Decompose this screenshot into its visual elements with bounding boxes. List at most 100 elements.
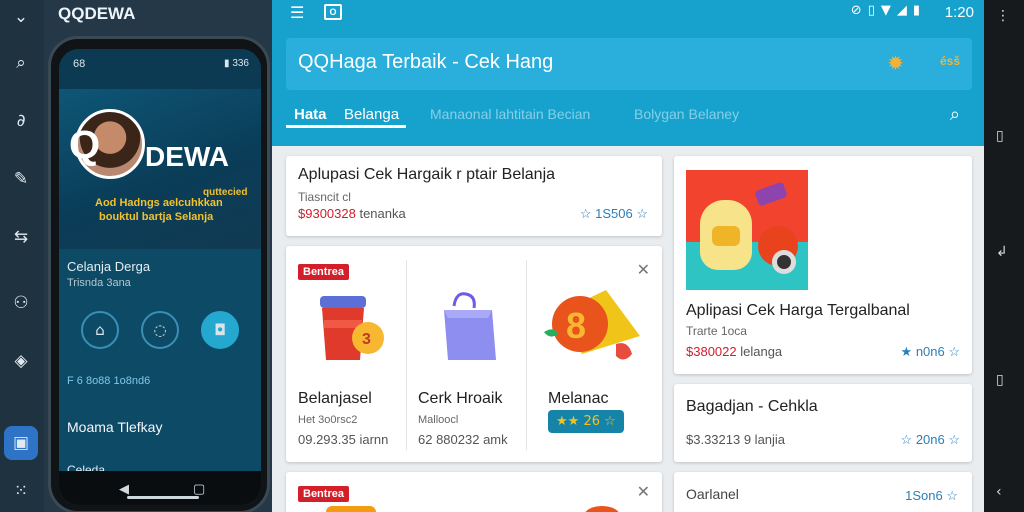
svg-text:8: 8 (566, 305, 586, 346)
status-clock: 1:20 (944, 4, 974, 21)
brand-name: DEWA (145, 141, 229, 172)
square-icon[interactable]: ▯ (996, 372, 1004, 388)
card-title: Aplupasi Cek Hargaik r ptair Belanja (298, 166, 556, 183)
phone-frame: 68 ▮ 336 Q DEWA quttecied Aod Hadngs ael… (48, 36, 270, 512)
tab-bolygan[interactable]: Bolygan Belaney (634, 106, 739, 122)
price-value: $9300328 (298, 206, 356, 221)
phone-row-title: Celanja Derga (67, 259, 151, 274)
card-rating: 1Son6 ☆ (905, 488, 958, 503)
image-icon[interactable]: ▣ (4, 426, 38, 460)
search-bar[interactable]: QQHaga Terbaik - Cek Hang ✹ ésš (286, 38, 972, 90)
svg-text:3: 3 (362, 331, 371, 348)
product-thumb[interactable] (584, 506, 620, 512)
product-subtitle: Het 3o0rsc2 (298, 414, 358, 426)
phone-highlight-line: F 6 8o88 1o8nd6 (67, 375, 151, 387)
right-rail: ⋮ ▯ ↲ ▯ ‹ (984, 0, 1024, 512)
shopping-bag-image[interactable] (430, 288, 510, 368)
phone-status-bar: 68 ▮ 336 (59, 49, 261, 89)
return-icon[interactable]: ↲ (996, 244, 1008, 260)
phone-row-sub: Trisnda 3ana (67, 277, 131, 289)
brand-q-letter: Q (69, 123, 101, 167)
recents-icon[interactable]: ▢ (193, 481, 205, 497)
phone-hero-banner: Q DEWA quttecied Aod Hadngs aelcuhkkan b… (59, 89, 261, 249)
discount-tag-image[interactable]: 8 (536, 284, 646, 374)
card-rating: ☆ 1S506 ☆ (579, 206, 648, 221)
layers-icon[interactable]: ◈ (6, 346, 36, 376)
divider (406, 260, 407, 450)
card-price: $380022 lelanga (686, 344, 782, 359)
hero-line-2: bouktul bartja Selanja (99, 211, 214, 223)
switch-icon[interactable]: ⇆ (6, 222, 36, 252)
price-tail: lelanga (736, 344, 783, 359)
product-title: Melanac (548, 390, 609, 407)
chat-icon[interactable]: ◘ (201, 311, 239, 349)
promo-badge: Bentrea (298, 486, 349, 502)
chevron-down-icon[interactable]: ⌄ (6, 2, 36, 32)
navigate-icon[interactable]: ⌂ (81, 311, 119, 349)
more-icon[interactable]: ⋮ (996, 8, 1010, 24)
product-title: Belanjasel (298, 390, 372, 407)
left-rail: ⌄ ⌕ ∂ ✎ ⇆ ⚇ ◈ ▣ ⁙ (0, 0, 44, 512)
back-icon[interactable]: ◀ (119, 481, 129, 497)
product-card[interactable]: Oarlanel 1Son6 ☆ (674, 472, 972, 512)
product-price: 09.293.35 iarnn (298, 432, 389, 447)
product-card[interactable]: Aplipasi Cek Harga Tergalbanal Trarte 1o… (674, 156, 972, 374)
status-icons: ⊘▯▼◢▮ (850, 3, 926, 18)
promo-badge: Bentrea (298, 264, 349, 280)
edit-icon[interactable]: ✎ (6, 164, 36, 194)
main-app: ☰ Ο ⊘▯▼◢▮ 1:20 QQHaga Terbaik - Cek Hang… (272, 0, 984, 512)
product-price: 62 880232 amk (418, 432, 508, 447)
hero-line-1: Aod Hadngs aelcuhkkan (95, 197, 223, 209)
link-icon[interactable]: ∂ (6, 106, 36, 136)
card-title: Oarlanel (686, 486, 739, 502)
product-card[interactable]: Aplupasi Cek Hargaik r ptair Belanja Tia… (286, 156, 662, 236)
close-icon[interactable]: ✕ (637, 482, 650, 501)
card-title: Bagadjan - Cehkla (686, 398, 818, 415)
menu-icon[interactable]: ☰ (290, 3, 304, 22)
square-icon[interactable]: ▯ (996, 128, 1004, 144)
product-image[interactable] (686, 170, 808, 290)
tab-indicator (286, 125, 406, 128)
phone-status-time: 68 (73, 58, 86, 70)
tab-manaonal[interactable]: Manaonal lahtitain Becian (430, 106, 590, 122)
back-icon[interactable]: ‹ (996, 484, 1002, 500)
price-value: $380022 (686, 344, 737, 359)
price-tail: tenanka (355, 206, 406, 221)
search-input[interactable]: QQHaga Terbaik - Cek Hang (298, 51, 553, 74)
phone-nav-bar: ◀ ▢ (59, 471, 261, 505)
search-icon[interactable]: ⌕ (950, 104, 960, 125)
card-subtitle: Tiasncit cl (298, 190, 351, 204)
card-rating: ★ n0n6 ☆ (900, 344, 960, 359)
divider (526, 260, 527, 450)
card-price: $9300328 tenanka (298, 206, 406, 221)
product-title: Cerk Hroaik (418, 390, 503, 407)
app-logo-icon: Ο (324, 4, 342, 20)
gear-icon[interactable]: ✹ (887, 51, 904, 75)
phone-preview-panel: QQDEWA 68 ▮ 336 Q DEWA quttecied Aod Had… (44, 0, 272, 512)
users-icon[interactable]: ⚇ (6, 288, 36, 318)
phone-status-icons: ▮ 336 (224, 58, 249, 69)
app-header: ☰ Ο ⊘▯▼◢▮ 1:20 QQHaga Terbaik - Cek Hang… (272, 0, 984, 146)
rating-pill[interactable]: ★★ 26 ☆ (548, 410, 624, 433)
cup-image[interactable]: 3 (310, 286, 390, 366)
status-bar: ☰ Ο ⊘▯▼◢▮ 1:20 (272, 0, 984, 26)
product-card[interactable]: Bagadjan - Cehkla $3.33213 9 lanjia ☆ 20… (674, 384, 972, 462)
tab-belanga[interactable]: Belanga (344, 106, 399, 123)
compass-icon[interactable]: ◌ (141, 311, 179, 349)
product-subtitle: Malloocl (418, 414, 459, 426)
promo-products-card: Bentrea ✕ 3 8 Belanjasel Het 3o0rsc2 09.… (286, 246, 662, 462)
grid-icon[interactable]: ⁙ (6, 476, 36, 506)
search-icon[interactable]: ⌕ (6, 48, 36, 78)
tab-hata[interactable]: Hata (294, 106, 327, 123)
contact-name: Moama Tlefkay (67, 419, 163, 435)
card-rating: ☆ 20n6 ☆ (900, 432, 960, 447)
header-mini-label[interactable]: ésš (940, 54, 960, 68)
home-indicator[interactable] (127, 496, 199, 499)
panel-title: QQDEWA (58, 4, 136, 23)
card-subtitle: Trarte 1oca (686, 324, 747, 338)
card-title: Aplipasi Cek Harga Tergalbanal (686, 302, 910, 319)
product-thumb[interactable] (326, 506, 376, 512)
card-price: $3.33213 9 lanjia (686, 432, 786, 447)
close-icon[interactable]: ✕ (637, 260, 650, 279)
promo-products-card: Bentrea ✕ (286, 472, 662, 512)
